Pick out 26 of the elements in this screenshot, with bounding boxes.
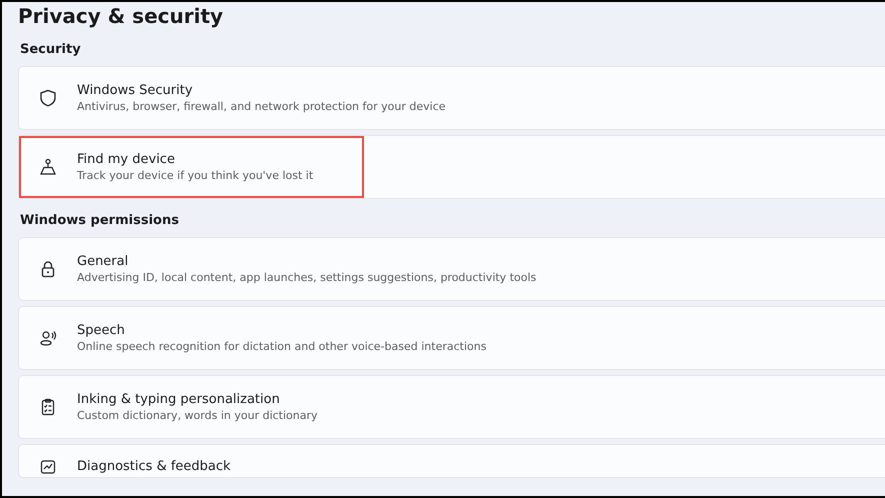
card-description: Advertising ID, local content, app launches, settings suggestions, productivity tools [77, 270, 536, 285]
settings-card[interactable]: Diagnostics & feedback [18, 444, 885, 478]
card-description: Antivirus, browser, firewall, and network protection for your device [77, 99, 446, 114]
card-title: General [77, 253, 130, 270]
card-title: Inking & typing personalization [77, 391, 281, 408]
card-description: Track your device if you think you've lost it [77, 168, 314, 183]
card-title: Diagnostics & feedback [77, 458, 231, 475]
speaking-person-icon [39, 329, 57, 347]
settings-card[interactable]: Find my device Track your device if you think you've lost it [18, 135, 885, 199]
settings-card[interactable]: Windows Security Antivirus, browser, firewall, and network protection for your device [18, 66, 885, 130]
clipboard-checklist-icon [39, 398, 57, 416]
card-title: Find my device [77, 151, 176, 168]
settings-card[interactable]: Speech Online speech recognition for dictation and other voice-based interactions [18, 306, 885, 370]
person-pin-icon [39, 158, 57, 176]
lock-icon [39, 260, 57, 278]
settings-card[interactable]: Inking & typing personalization Custom dictionary, words in your dictionary [18, 375, 885, 439]
card-description: Online speech recognition for dictation and other voice-based interactions [77, 339, 486, 354]
section-heading: Security [20, 42, 82, 58]
card-title: Windows Security [77, 82, 194, 99]
section-heading: Windows permissions [20, 213, 180, 229]
page-title: Privacy & security [18, 3, 224, 28]
settings-card[interactable]: General Advertising ID, local content, app launches, settings suggestions, productivity tools [18, 237, 885, 301]
shield-icon [39, 89, 57, 107]
chart-window-icon [39, 458, 57, 476]
card-description: Custom dictionary, words in your dictionary [77, 408, 318, 423]
card-title: Speech [77, 322, 126, 339]
